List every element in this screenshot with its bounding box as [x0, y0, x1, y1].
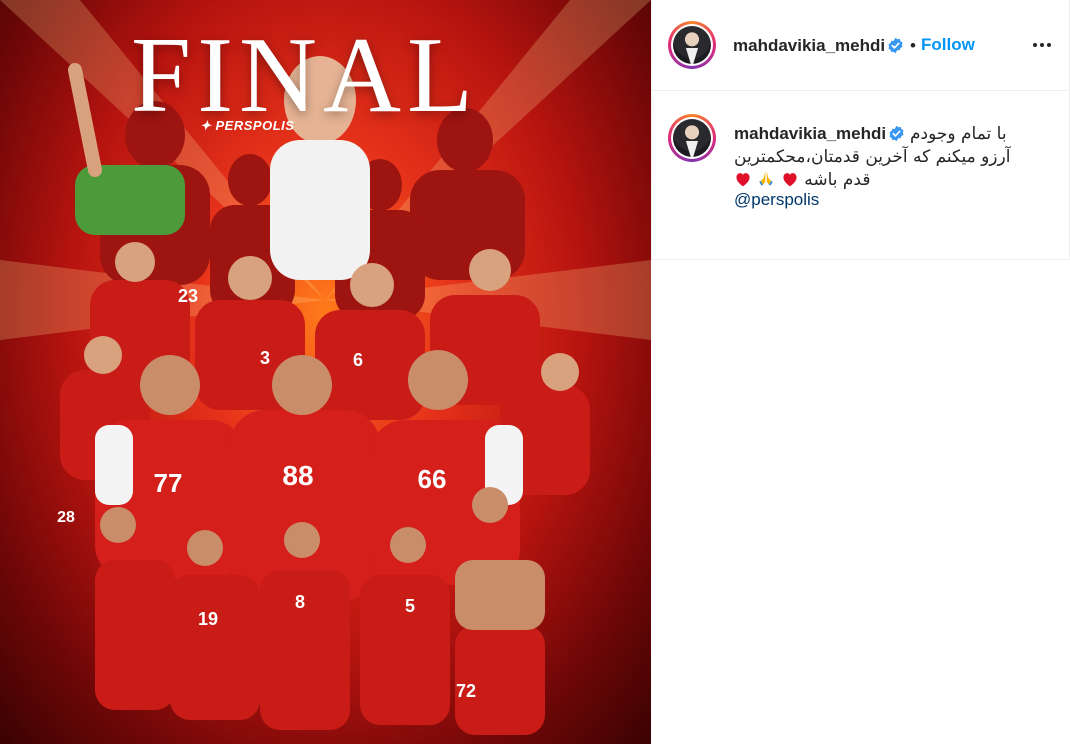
verified-badge-icon	[889, 125, 904, 142]
red-heart-icon	[734, 171, 752, 192]
caption-username[interactable]: mahdavikia_mehdi	[734, 124, 886, 144]
jersey-number: 77	[154, 468, 183, 498]
caption-text-line-2: آرزو میکنم که آخرین قدمتان،محکمترین	[734, 147, 1011, 167]
red-heart-icon	[781, 171, 799, 192]
avatar[interactable]	[668, 21, 716, 69]
separator-dot: •	[910, 36, 916, 55]
post-sidebar: mahdavikia_mehdi • Follow mahdavikia_meh…	[651, 0, 1070, 260]
jersey-number: 19	[198, 609, 218, 629]
caption: mahdavikia_mehdi با تمام وجودم آرزو میکن…	[652, 92, 1070, 260]
jersey-number: 28	[57, 509, 75, 526]
brand-label: PERSPOLIS	[215, 118, 295, 133]
jersey-number: 5	[405, 596, 415, 616]
more-horizontal-icon	[1047, 43, 1051, 47]
jersey-number: 72	[456, 681, 476, 701]
jersey-number: 8	[295, 592, 305, 612]
jersey-number: 3	[260, 348, 270, 368]
caption-text-line-3: قدم باشه	[734, 169, 870, 192]
poster-title: FINAL	[131, 16, 479, 135]
perspolis-brand-mark: ✦ PERSPOLIS	[200, 118, 295, 133]
post-image[interactable]: 23 3 6 77 88 66 19 8 5 72 28 FINAL ✦ PERSPOLIS	[0, 0, 651, 744]
instagram-post: 23 3 6 77 88 66 19 8 5 72 28 FINAL ✦ PERSPOLIS mah…	[0, 0, 1070, 748]
folded-hands-icon	[757, 169, 775, 192]
more-horizontal-icon	[1040, 43, 1044, 47]
caption-text-line-1: با تمام وجودم	[910, 124, 1007, 144]
header-username[interactable]: mahdavikia_mehdi	[733, 36, 885, 56]
caption-avatar[interactable]	[668, 114, 716, 162]
verified-badge-icon	[888, 37, 903, 54]
caption-text-line-3-text: قدم باشه	[804, 170, 871, 190]
jersey-number: 66	[418, 464, 447, 494]
jersey-number: 88	[282, 460, 313, 491]
avatar-frame	[671, 24, 713, 66]
more-horizontal-icon	[1033, 43, 1037, 47]
mention-link[interactable]: @perspolis	[734, 190, 819, 210]
avatar-image	[673, 119, 711, 157]
jersey-number: 6	[353, 350, 363, 370]
avatar-image	[673, 26, 711, 64]
more-options-button[interactable]	[1030, 33, 1054, 57]
follow-button[interactable]: Follow	[921, 35, 975, 55]
avatar-frame	[671, 117, 713, 159]
post-header: mahdavikia_mehdi • Follow	[652, 0, 1070, 91]
jersey-number: 23	[178, 286, 198, 306]
